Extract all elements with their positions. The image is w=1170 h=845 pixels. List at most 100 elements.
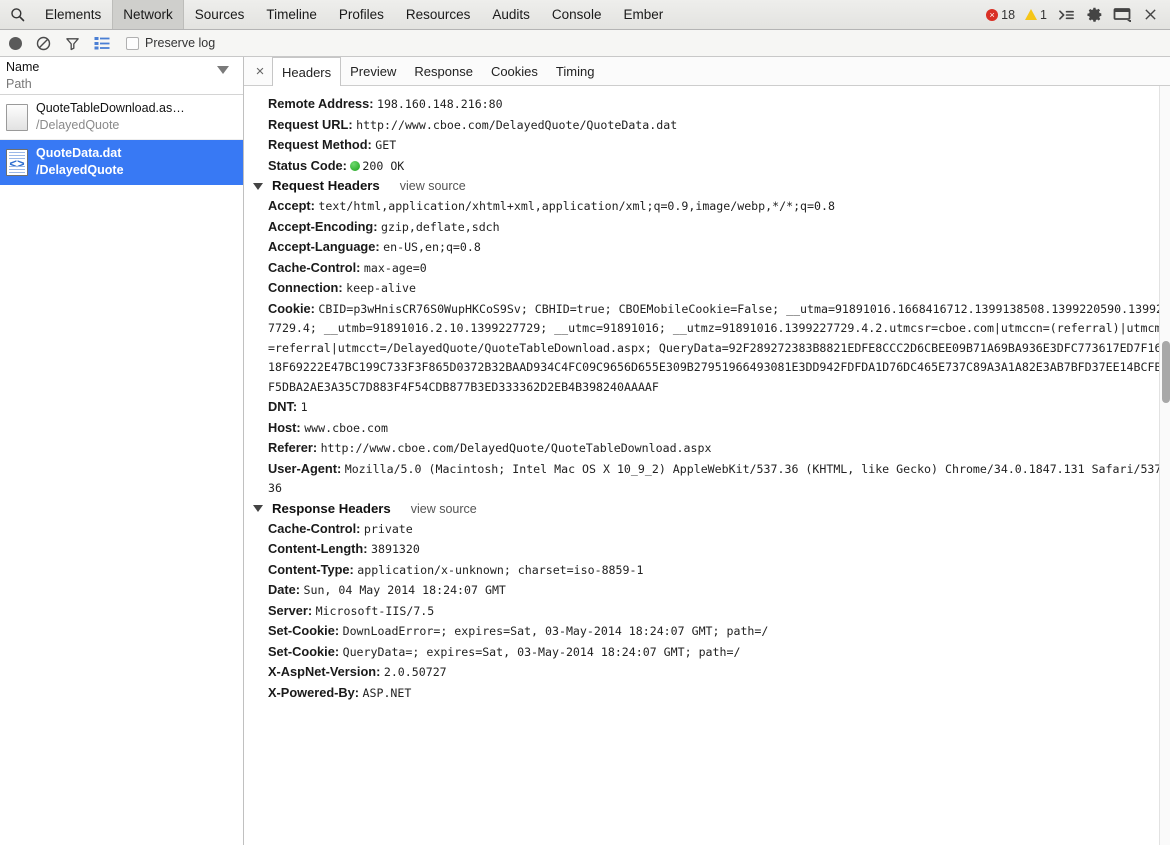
tab-profiles[interactable]: Profiles <box>328 0 395 29</box>
header-name: Referer: <box>268 440 318 455</box>
request-row[interactable]: <> QuoteData.dat/DelayedQuote <box>0 140 243 185</box>
header-name: Content-Type: <box>268 561 354 577</box>
header-value: gzip,deflate,sdch <box>380 219 500 234</box>
chevron-down-icon[interactable] <box>253 505 263 512</box>
header-value: max-age=0 <box>363 260 427 275</box>
tab-elements[interactable]: Elements <box>34 0 112 29</box>
header-value: 2.0.50727 <box>383 665 447 679</box>
header-value: GET <box>375 138 397 152</box>
tab-ember[interactable]: Ember <box>612 0 674 29</box>
devtools-tabbar: Elements Network Sources Timeline Profiles Re… <box>0 0 1170 30</box>
response-header-line: Set-Cookie: DownLoadError=; expires=Sat,… <box>244 621 1170 642</box>
column-header-path[interactable]: Path <box>6 76 237 93</box>
header-value: http://www.cboe.com/DelayedQuote/QuoteTa… <box>320 441 712 455</box>
request-list: Name Path QuoteTableDownload.as… /Delayed… <box>0 57 244 845</box>
response-header-line: Set-Cookie: QueryData=; expires=Sat, 03-… <box>244 642 1170 663</box>
gear-icon[interactable] <box>1082 3 1106 27</box>
headers-content: Remote Address: 198.160.148.216:80 Reques… <box>244 86 1170 845</box>
tab-audits[interactable]: Audits <box>481 0 541 29</box>
tab-timeline[interactable]: Timeline <box>255 0 328 29</box>
header-name: Accept-Language: <box>268 239 380 254</box>
header-name: Date: <box>268 582 300 597</box>
error-icon: × <box>986 8 999 21</box>
response-headers-view-source[interactable]: view source <box>411 499 477 519</box>
detail-tab-response[interactable]: Response <box>405 57 482 85</box>
header-name: Connection: <box>268 280 343 295</box>
header-name: Server: <box>268 602 313 618</box>
request-header-line: DNT: 1 <box>244 397 1170 418</box>
request-path: /DelayedQuote <box>36 163 124 177</box>
clear-icon[interactable] <box>36 36 51 51</box>
panel-tabs: Elements Network Sources Timeline Profiles Re… <box>34 0 674 29</box>
tab-console[interactable]: Console <box>541 0 613 29</box>
dock-window-icon[interactable] <box>1110 3 1134 27</box>
chevron-down-icon[interactable] <box>253 182 263 190</box>
sort-descending-icon[interactable] <box>217 66 229 74</box>
tab-resources[interactable]: Resources <box>395 0 482 29</box>
network-main: Name Path QuoteTableDownload.as… /Delayed… <box>0 57 1170 845</box>
request-header-line: Accept-Encoding: gzip,deflate,sdch <box>244 217 1170 238</box>
response-headers-section-title[interactable]: Response Headers view source <box>244 499 1170 519</box>
close-detail-icon[interactable]: × <box>248 57 272 85</box>
header-name: Request Method: <box>268 137 372 152</box>
preserve-log-toggle[interactable]: Preserve log <box>126 36 215 50</box>
response-header-line: Content-Type: application/x-unknown; cha… <box>244 560 1170 581</box>
header-name: X-Powered-By: <box>268 684 360 700</box>
request-header-line: Cache-Control: max-age=0 <box>244 258 1170 279</box>
request-name: QuoteData.dat <box>36 146 122 160</box>
header-value: Microsoft-IIS/7.5 <box>315 603 435 618</box>
header-name: Content-Length: <box>268 541 368 556</box>
request-name: QuoteTableDownload.as… <box>36 101 185 115</box>
status-code-line: Status Code: 200 OK <box>244 156 1170 177</box>
request-row-text: QuoteData.dat/DelayedQuote <box>36 145 124 179</box>
request-list-header[interactable]: Name Path <box>0 57 243 95</box>
header-value: application/x-unknown; charset=iso-8859-… <box>357 562 644 577</box>
tab-network[interactable]: Network <box>112 0 184 29</box>
header-name: Cookie: <box>268 300 315 316</box>
response-header-line: X-AspNet-Version: 2.0.50727 <box>244 662 1170 683</box>
warning-count: 1 <box>1040 7 1047 22</box>
detail-scrollbar[interactable] <box>1159 86 1170 845</box>
header-name: Accept-Encoding: <box>268 218 378 234</box>
detail-tab-timing[interactable]: Timing <box>547 57 604 85</box>
header-name: Accept: <box>268 198 315 213</box>
request-header-line: Host: www.cboe.com <box>244 418 1170 439</box>
header-name: X-AspNet-Version: <box>268 664 381 679</box>
detail-scrollbar-thumb[interactable] <box>1162 341 1170 403</box>
detail-tab-headers[interactable]: Headers <box>272 57 342 86</box>
header-value: 3891320 <box>371 542 420 556</box>
response-headers-list: Cache-Control: private Content-Length: 38… <box>244 519 1170 704</box>
detail-tab-cookies[interactable]: Cookies <box>482 57 547 85</box>
search-icon[interactable] <box>0 0 34 29</box>
header-value: private <box>363 521 413 536</box>
response-headers-title: Response Headers <box>272 500 391 516</box>
column-header-name[interactable]: Name <box>6 59 237 76</box>
warning-counter[interactable]: 1 <box>1022 8 1050 22</box>
console-drawer-icon[interactable] <box>1054 3 1078 27</box>
general-section: Remote Address: 198.160.148.216:80 Reques… <box>244 94 1170 176</box>
close-icon[interactable] <box>1138 3 1162 27</box>
filter-icon[interactable] <box>65 36 80 51</box>
header-name: Cache-Control: <box>268 520 361 536</box>
tab-sources[interactable]: Sources <box>184 0 256 29</box>
detail-tab-preview[interactable]: Preview <box>341 57 405 85</box>
status-code-value: 200 OK <box>362 158 405 173</box>
request-headers-title: Request Headers <box>272 178 380 193</box>
request-headers-list: Accept: text/html,application/xhtml+xml,… <box>244 196 1170 499</box>
preserve-log-checkbox[interactable] <box>126 36 139 50</box>
general-header-line: Request Method: GET <box>244 135 1170 156</box>
response-header-line: X-Powered-By: ASP.NET <box>244 683 1170 704</box>
header-name: Remote Address: <box>268 96 374 111</box>
request-headers-section-title[interactable]: Request Headers view source <box>244 176 1170 196</box>
general-header-line: Remote Address: 198.160.148.216:80 <box>244 94 1170 115</box>
header-name: User-Agent: <box>268 460 342 476</box>
request-headers-view-source[interactable]: view source <box>400 176 466 196</box>
list-view-icon[interactable] <box>94 36 110 50</box>
error-count: 18 <box>1001 7 1016 22</box>
header-name: Cache-Control: <box>268 259 361 275</box>
request-detail-panel: × Headers Preview Response Cookies Timing Re… <box>244 57 1170 845</box>
record-button[interactable] <box>9 36 22 50</box>
request-row[interactable]: QuoteTableDownload.as… /DelayedQuote <box>0 95 243 140</box>
error-counter[interactable]: × 18 <box>983 8 1018 22</box>
request-header-line: Referer: http://www.cboe.com/DelayedQuot… <box>244 438 1170 459</box>
